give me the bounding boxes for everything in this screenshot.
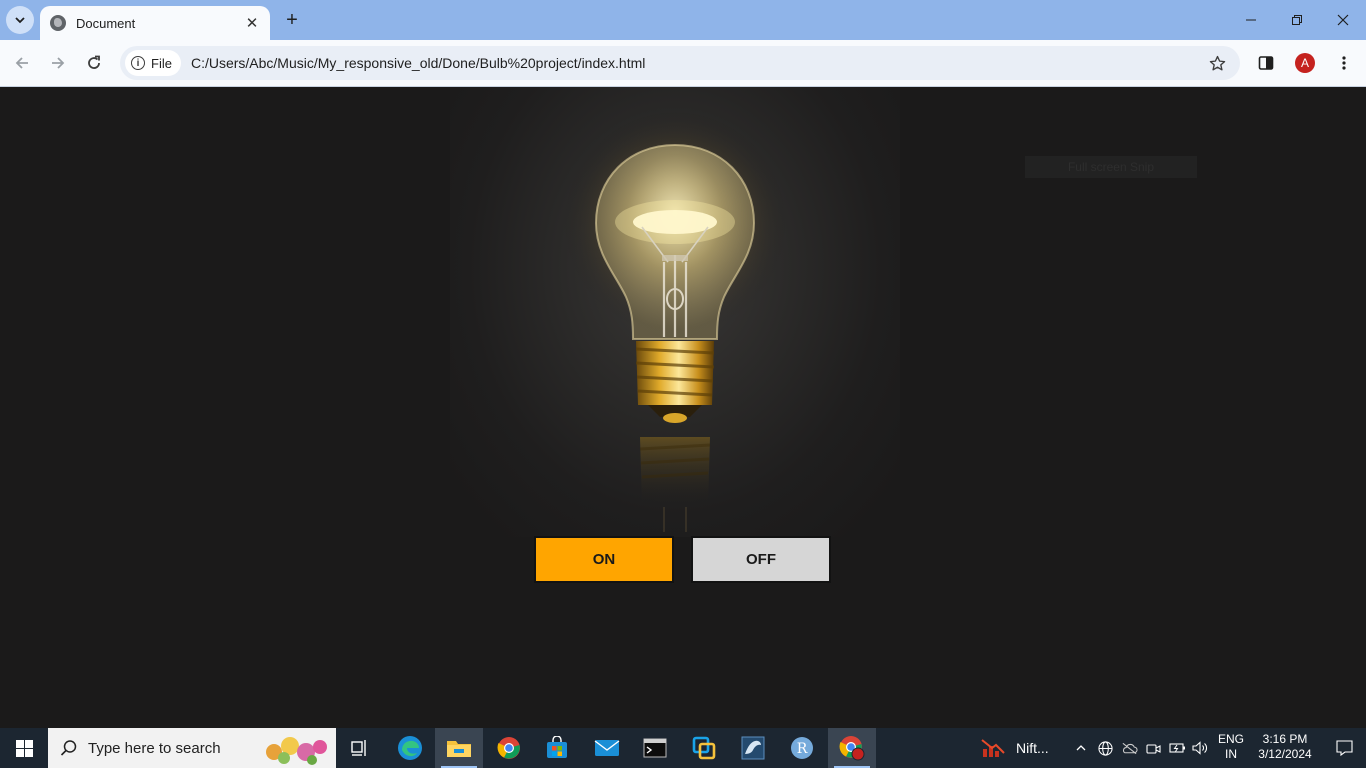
bookmark-star-button[interactable]	[1202, 48, 1232, 78]
restore-icon	[1292, 15, 1302, 25]
edge-taskbar-button[interactable]	[386, 728, 434, 768]
mail-icon	[594, 740, 620, 756]
terminal-taskbar-button[interactable]	[631, 728, 679, 768]
bulb-stage	[450, 87, 900, 537]
new-tab-button[interactable]: +	[280, 8, 304, 32]
info-icon: i	[131, 56, 145, 70]
chevron-up-icon	[1076, 745, 1086, 751]
stock-down-icon	[981, 739, 1005, 757]
close-tab-icon[interactable]: ✕	[244, 15, 260, 32]
show-hidden-icons-button[interactable]	[1070, 728, 1092, 768]
taskbar: Type here to search R Nift... ENG IN 3:1…	[0, 728, 1366, 768]
language-region: IN	[1225, 747, 1237, 761]
sticky-app-taskbar-button[interactable]	[680, 728, 728, 768]
site-info-label: File	[151, 55, 172, 71]
edge-icon	[398, 736, 422, 760]
tab-document[interactable]: Document ✕	[40, 6, 270, 40]
chrome-icon	[497, 737, 520, 759]
notifications-button[interactable]	[1322, 728, 1366, 768]
minimize-icon	[1246, 19, 1256, 21]
stock-widget[interactable]: Nift...	[980, 728, 1060, 768]
reload-button[interactable]	[79, 48, 109, 78]
globe-icon	[50, 15, 66, 31]
store-icon	[547, 736, 567, 758]
search-placeholder: Type here to search	[88, 739, 221, 757]
back-button[interactable]	[7, 48, 37, 78]
page-content: Full screen Snip ON OFF	[0, 87, 1366, 728]
clock[interactable]: 3:16 PM 3/12/2024	[1250, 732, 1320, 762]
minimize-button[interactable]	[1228, 0, 1274, 40]
side-panel-button[interactable]	[1251, 48, 1281, 78]
file-explorer-icon	[447, 741, 471, 757]
speaker-icon	[1192, 741, 1207, 755]
flowers-search-highlight-icon	[266, 737, 327, 765]
more-vertical-icon	[1342, 56, 1346, 70]
arrow-right-icon	[52, 57, 65, 69]
on-button[interactable]: ON	[534, 536, 674, 583]
close-icon	[1337, 14, 1349, 26]
star-icon	[1209, 55, 1225, 70]
r-taskbar-button[interactable]: R	[778, 728, 826, 768]
windows-logo-icon	[15, 739, 33, 757]
profile-avatar[interactable]: A	[1295, 53, 1315, 73]
start-button[interactable]	[0, 728, 48, 768]
battery-button[interactable]	[1166, 728, 1188, 768]
globe-network-icon	[1097, 740, 1113, 756]
arrow-left-icon	[15, 57, 28, 69]
stock-widget-label: Nift...	[1016, 740, 1049, 756]
reload-icon	[88, 55, 100, 69]
chevron-down-icon	[15, 17, 25, 24]
network-button[interactable]	[1094, 728, 1116, 768]
meet-now-button[interactable]	[1142, 728, 1164, 768]
task-view-button[interactable]	[336, 728, 384, 768]
volume-button[interactable]	[1189, 728, 1211, 768]
mail-taskbar-button[interactable]	[583, 728, 631, 768]
fullscreen-snip-tip: Full screen Snip	[1025, 156, 1197, 178]
chrome-profile-taskbar-button[interactable]	[828, 728, 876, 768]
tab-search-button[interactable]	[6, 6, 34, 34]
off-button[interactable]: OFF	[691, 536, 831, 583]
browser-toolbar: i File C:/Users/Abc/Music/My_responsive_…	[0, 40, 1366, 87]
language-indicator[interactable]: ENG IN	[1214, 732, 1248, 762]
sticky-app-icon	[692, 736, 716, 760]
language-code: ENG	[1217, 732, 1244, 746]
notification-icon	[1335, 740, 1353, 756]
clock-date: 3/12/2024	[1258, 747, 1312, 761]
address-bar[interactable]: i File C:/Users/Abc/Music/My_responsive_…	[120, 46, 1240, 80]
cloud-off-icon	[1122, 742, 1138, 754]
tab-strip: Document ✕ +	[0, 0, 1366, 40]
camera-icon	[1145, 743, 1161, 754]
search-icon	[60, 740, 77, 756]
restore-button[interactable]	[1274, 0, 1320, 40]
task-view-icon	[351, 740, 366, 756]
onedrive-button[interactable]	[1118, 728, 1140, 768]
terminal-icon	[643, 738, 667, 758]
forward-button[interactable]	[43, 48, 73, 78]
battery-charging-icon	[1168, 743, 1185, 753]
tab-title: Document	[76, 15, 136, 31]
mysql-icon	[741, 736, 765, 760]
r-icon: R	[791, 737, 813, 759]
close-window-button[interactable]	[1320, 0, 1366, 40]
side-panel-icon	[1258, 56, 1274, 70]
taskbar-search[interactable]: Type here to search	[48, 728, 336, 768]
site-info-chip[interactable]: i File	[125, 50, 181, 76]
mysql-taskbar-button[interactable]	[729, 728, 777, 768]
browser-menu-button[interactable]	[1329, 48, 1359, 78]
chrome-profile-icon	[839, 736, 865, 761]
file-explorer-taskbar-button[interactable]	[435, 728, 483, 768]
store-taskbar-button[interactable]	[533, 728, 581, 768]
clock-time: 3:16 PM	[1262, 732, 1308, 746]
url-text[interactable]: C:/Users/Abc/Music/My_responsive_old/Don…	[191, 55, 1202, 71]
lightbulb-image	[560, 107, 790, 532]
svg-text:R: R	[797, 741, 808, 757]
chrome-taskbar-button[interactable]	[485, 728, 533, 768]
